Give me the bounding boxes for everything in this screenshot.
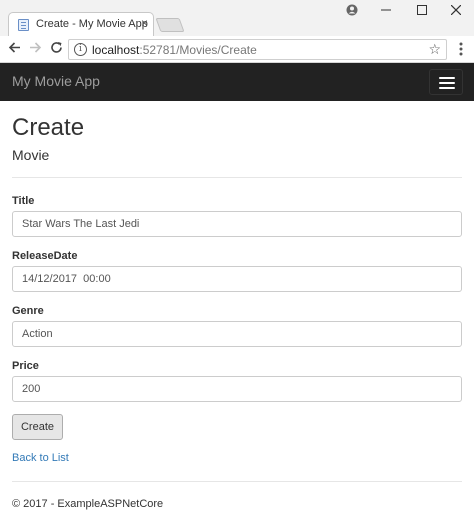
footer-divider <box>12 481 462 482</box>
brand-link[interactable]: My Movie App <box>12 73 100 89</box>
price-input[interactable] <box>12 376 462 402</box>
release-date-input[interactable] <box>12 266 462 292</box>
reload-icon[interactable] <box>48 41 64 57</box>
minimize-icon[interactable] <box>376 4 396 18</box>
tab-title: Create - My Movie App <box>36 18 148 30</box>
new-tab-button[interactable] <box>155 18 185 32</box>
title-input[interactable] <box>12 211 462 237</box>
profile-icon[interactable] <box>342 4 362 19</box>
page-favicon-icon <box>18 19 29 31</box>
page-title: Create <box>12 114 85 141</box>
release-date-label: ReleaseDate <box>12 250 78 262</box>
footer-text: © 2017 - ExampleASPNetCore <box>12 498 164 510</box>
hamburger-icon <box>439 77 455 79</box>
url-text: localhost:52781/Movies/Create <box>92 43 257 57</box>
page-subtitle: Movie <box>12 147 50 163</box>
genre-input[interactable] <box>12 321 462 347</box>
site-navbar: My Movie App <box>0 63 474 101</box>
browser-menu-icon[interactable] <box>457 42 465 56</box>
forward-arrow-icon[interactable] <box>27 41 43 57</box>
maximize-icon[interactable] <box>412 4 432 18</box>
menu-toggle-button[interactable] <box>429 69 463 95</box>
bookmark-star-icon[interactable]: ☆ <box>428 41 441 58</box>
close-tab-icon[interactable]: × <box>141 16 148 30</box>
browser-toolbar: i localhost:52781/Movies/Create ☆ <box>0 36 474 63</box>
title-label: Title <box>12 195 35 207</box>
browser-tab[interactable]: Create - My Movie App × <box>8 12 154 36</box>
create-button[interactable]: Create <box>12 414 63 440</box>
back-arrow-icon[interactable] <box>6 41 22 57</box>
close-window-icon[interactable] <box>446 4 466 18</box>
site-info-icon[interactable]: i <box>74 43 87 56</box>
back-to-list-link[interactable]: Back to List <box>12 452 69 464</box>
address-bar[interactable]: i localhost:52781/Movies/Create ☆ <box>68 39 447 60</box>
price-label: Price <box>12 360 39 372</box>
genre-label: Genre <box>12 305 44 317</box>
divider <box>12 177 462 178</box>
browser-titlebar: Create - My Movie App × <box>0 0 474 36</box>
